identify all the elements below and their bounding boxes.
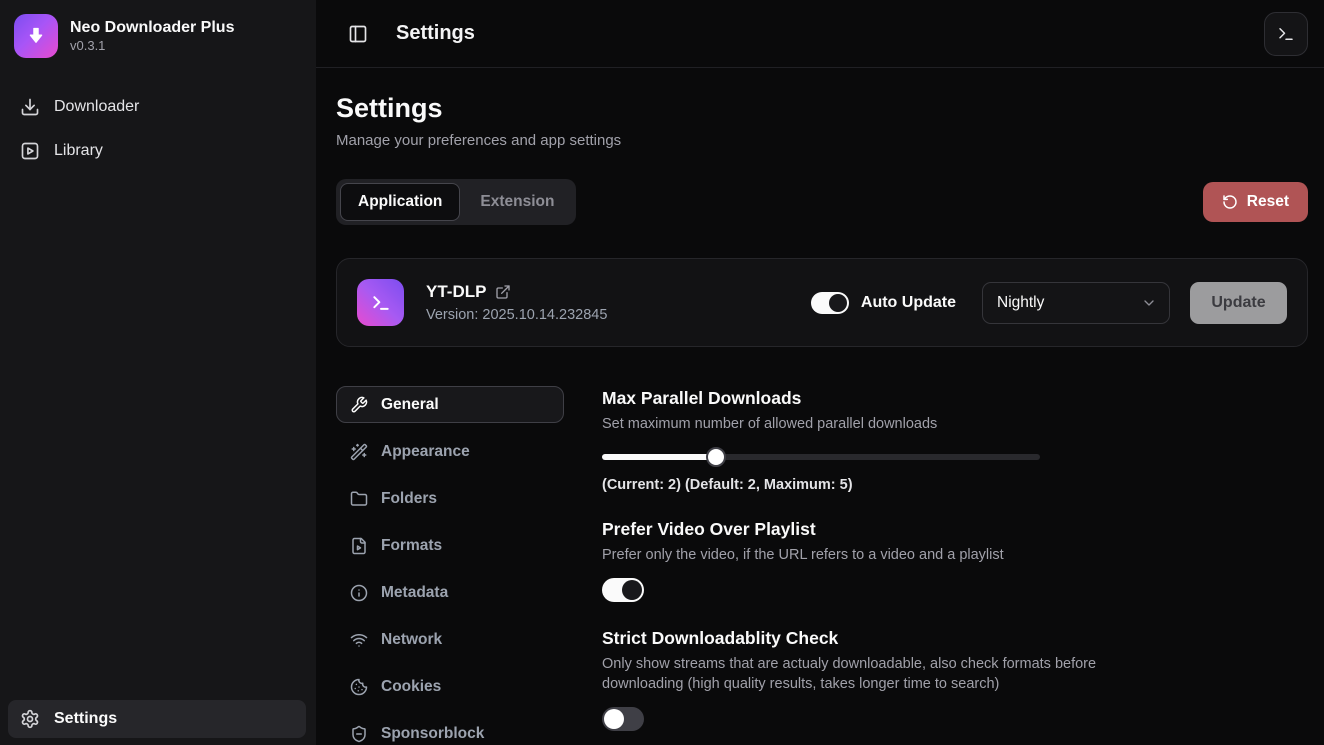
- rotate-ccw-icon: [1222, 194, 1238, 210]
- settings-nav-appearance[interactable]: Appearance: [336, 433, 564, 470]
- sidebar-item-label: Settings: [54, 710, 117, 728]
- wifi-icon: [350, 631, 368, 649]
- ytdlp-version: Version: 2025.10.14.232845: [426, 307, 607, 323]
- page-title: Settings: [336, 93, 1308, 124]
- settings-nav-general[interactable]: General: [336, 386, 564, 423]
- tabs-row: Application Extension Reset: [336, 179, 1308, 225]
- setting-prefer-video: Prefer Video Over Playlist Prefer only t…: [602, 519, 1308, 602]
- settings-nav-metadata[interactable]: Metadata: [336, 574, 564, 611]
- main-area: Settings Settings Manage your preference…: [316, 0, 1324, 745]
- update-button[interactable]: Update: [1190, 282, 1287, 324]
- settings-tabs: Application Extension: [336, 179, 576, 225]
- sidebar-item-library[interactable]: Library: [8, 132, 308, 170]
- toggle-knob: [604, 709, 624, 729]
- app-logo-row: Neo Downloader Plus v0.3.1: [8, 14, 308, 58]
- topbar-title: Settings: [396, 22, 475, 45]
- ytdlp-controls: Auto Update Nightly Update: [811, 282, 1287, 324]
- terminal-icon: [371, 293, 391, 313]
- ytdlp-info: YT-DLP Version: 2025.10.14.232845: [426, 282, 607, 323]
- topbar: Settings: [316, 0, 1324, 68]
- settings-nav-label: Appearance: [381, 443, 470, 461]
- max-parallel-slider[interactable]: [602, 447, 1040, 467]
- terminal-icon: [1277, 25, 1295, 43]
- toggle-knob: [829, 294, 847, 312]
- auto-update-label: Auto Update: [861, 294, 956, 312]
- setting-description: Prefer only the video, if the URL refers…: [602, 545, 1308, 565]
- ytdlp-card: YT-DLP Version: 2025.10.14.232845 Auto U…: [336, 258, 1308, 347]
- update-channel-select[interactable]: Nightly: [982, 282, 1170, 324]
- settings-nav-network[interactable]: Network: [336, 621, 564, 658]
- reset-button[interactable]: Reset: [1203, 182, 1308, 222]
- panel-left-icon: [348, 24, 368, 44]
- external-link-icon[interactable]: [495, 284, 511, 300]
- sidebar-item-settings[interactable]: Settings: [8, 700, 306, 738]
- slider-knob[interactable]: [706, 447, 726, 467]
- wrench-icon: [350, 396, 368, 414]
- app-name: Neo Downloader Plus: [70, 18, 234, 38]
- download-arrow-icon: [26, 26, 46, 46]
- settings-page: Settings Manage your preferences and app…: [316, 68, 1324, 745]
- settings-nav-folders[interactable]: Folders: [336, 480, 564, 517]
- reset-button-label: Reset: [1247, 193, 1289, 211]
- setting-title: Strict Downloadablity Check: [602, 628, 1308, 649]
- app-window: Neo Downloader Plus v0.3.1 Downloader Li…: [0, 0, 1324, 745]
- chevron-down-icon: [1141, 295, 1157, 311]
- prefer-video-toggle[interactable]: [602, 578, 644, 602]
- terminal-button[interactable]: [1264, 12, 1308, 56]
- setting-meta: (Current: 2) (Default: 2, Maximum: 5): [602, 477, 1308, 493]
- settings-nav-label: Formats: [381, 537, 442, 555]
- ytdlp-badge: [357, 279, 404, 326]
- cookie-icon: [350, 678, 368, 696]
- page-subtitle: Manage your preferences and app settings: [336, 132, 1308, 149]
- sidebar: Neo Downloader Plus v0.3.1 Downloader Li…: [0, 0, 316, 745]
- ytdlp-name: YT-DLP: [426, 282, 486, 302]
- download-icon: [20, 97, 40, 117]
- setting-title: Max Parallel Downloads: [602, 388, 1308, 409]
- sidebar-item-downloader[interactable]: Downloader: [8, 88, 308, 126]
- setting-description: Set maximum number of allowed parallel d…: [602, 414, 1308, 434]
- setting-description: Only show streams that are actualy downl…: [602, 654, 1124, 694]
- folder-icon: [350, 490, 368, 508]
- settings-nav-label: Cookies: [381, 678, 441, 696]
- play-square-icon: [20, 141, 40, 161]
- wand-sparkles-icon: [350, 443, 368, 461]
- settings-nav-label: Network: [381, 631, 442, 649]
- sidebar-item-label: Library: [54, 142, 103, 160]
- settings-nav-label: General: [381, 396, 439, 414]
- sidebar-toggle-button[interactable]: [346, 22, 370, 46]
- setting-title: Prefer Video Over Playlist: [602, 519, 1308, 540]
- setting-strict-check: Strict Downloadablity Check Only show st…: [602, 628, 1308, 731]
- tab-application[interactable]: Application: [340, 183, 460, 221]
- strict-check-toggle[interactable]: [602, 707, 644, 731]
- info-circle-icon: [350, 584, 368, 602]
- sidebar-item-label: Downloader: [54, 98, 139, 116]
- slider-fill: [602, 454, 716, 460]
- auto-update-toggle[interactable]: [811, 292, 849, 314]
- file-video-icon: [350, 537, 368, 555]
- settings-nav-sponsorblock[interactable]: Sponsorblock: [336, 715, 564, 745]
- update-channel-value: Nightly: [997, 294, 1044, 312]
- app-version: v0.3.1: [70, 38, 234, 55]
- settings-body: General Appearance Folders: [336, 386, 1308, 745]
- app-logo: [14, 14, 58, 58]
- general-settings-panel: Max Parallel Downloads Set maximum numbe…: [602, 386, 1308, 745]
- settings-nav-label: Sponsorblock: [381, 725, 484, 743]
- sidebar-nav: Downloader Library: [8, 88, 308, 170]
- tab-extension[interactable]: Extension: [462, 183, 572, 221]
- setting-max-parallel-downloads: Max Parallel Downloads Set maximum numbe…: [602, 388, 1308, 493]
- settings-nav-formats[interactable]: Formats: [336, 527, 564, 564]
- app-identity: Neo Downloader Plus v0.3.1: [70, 18, 234, 55]
- gear-icon: [20, 709, 40, 729]
- settings-nav-cookies[interactable]: Cookies: [336, 668, 564, 705]
- shield-minus-icon: [350, 725, 368, 743]
- settings-nav-label: Metadata: [381, 584, 448, 602]
- settings-nav-label: Folders: [381, 490, 437, 508]
- toggle-knob: [622, 580, 642, 600]
- settings-section-nav: General Appearance Folders: [336, 386, 564, 745]
